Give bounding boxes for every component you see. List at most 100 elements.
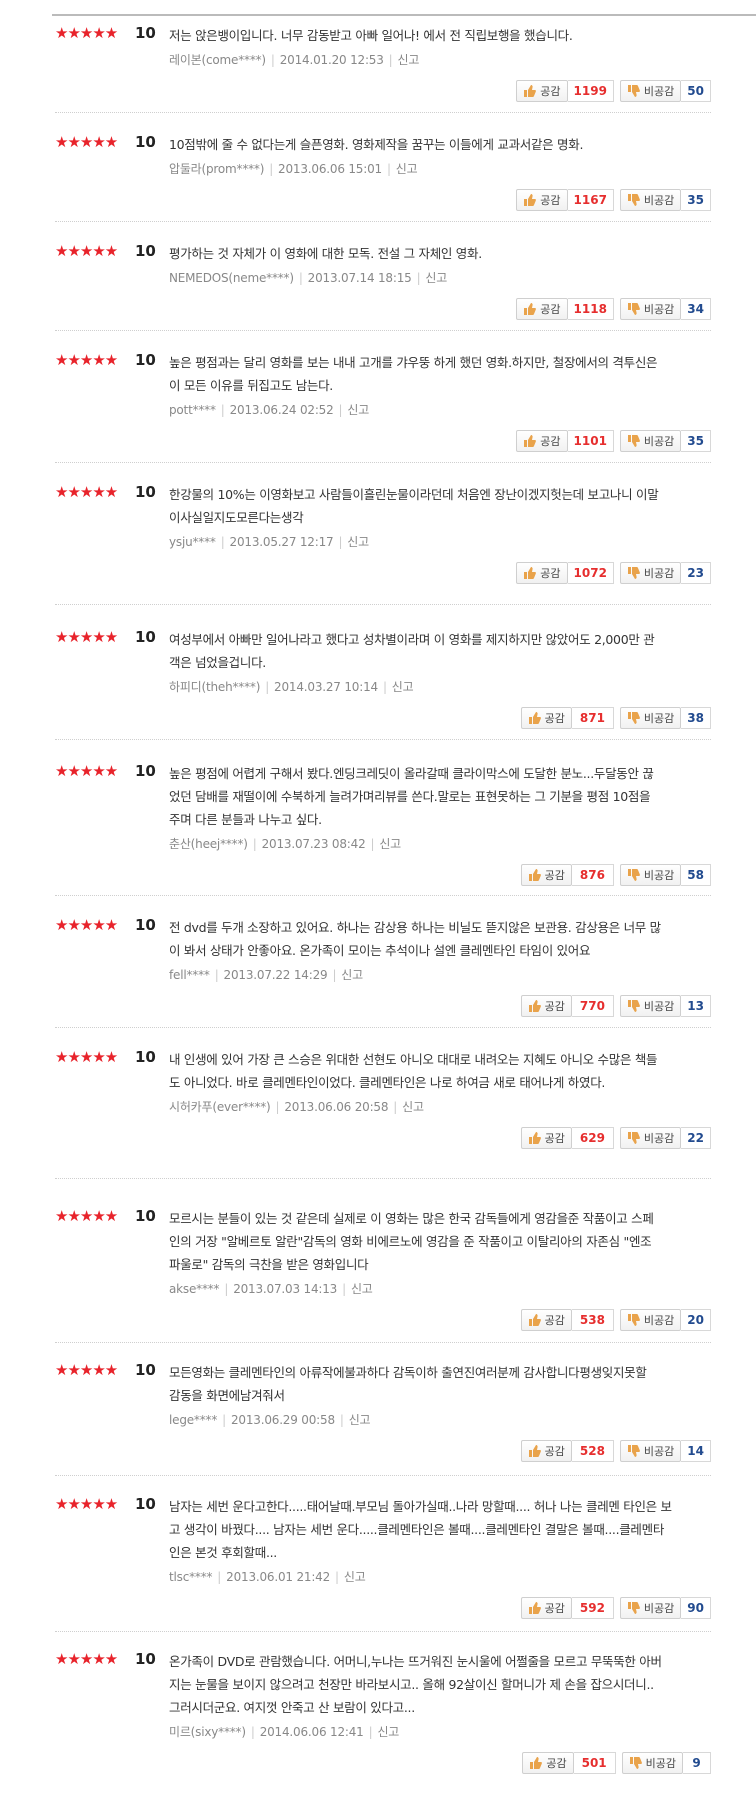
review-meta: NEMEDOS(neme****) | 2013.07.14 18:15 | 신고 bbox=[169, 271, 448, 285]
review-user: 압둘라(prom****) bbox=[169, 162, 265, 176]
review-text: 10점밖에 줄 수 없다는게 슬픈영화. 영화제작을 꿈꾸는 이들에게 교과서같… bbox=[169, 137, 584, 152]
review-user: 하피디(theh****) bbox=[169, 680, 261, 694]
thumbs-down-icon bbox=[627, 435, 640, 447]
agree-button[interactable]: 공감 bbox=[516, 80, 568, 102]
thumbs-up-icon bbox=[524, 435, 537, 447]
agree-button[interactable]: 공감 bbox=[516, 562, 568, 584]
disagree-button[interactable]: 비공감 bbox=[619, 1597, 682, 1619]
disagree-count: 20 bbox=[681, 1309, 711, 1331]
agree-button[interactable]: 공감 bbox=[516, 298, 568, 320]
agree-button[interactable]: 공감 bbox=[520, 995, 572, 1017]
disagree-button[interactable]: 비공감 bbox=[619, 298, 682, 320]
report-link[interactable]: 신고 bbox=[402, 1100, 424, 1114]
agree-button[interactable]: 공감 bbox=[520, 707, 572, 729]
report-link[interactable]: 신고 bbox=[377, 1725, 399, 1739]
review-score: 10 bbox=[135, 483, 156, 501]
review-meta: lege**** | 2013.06.29 00:58 | 신고 bbox=[169, 1413, 371, 1427]
disagree-count: 14 bbox=[681, 1440, 711, 1462]
review-score: 10 bbox=[135, 762, 156, 780]
disagree-button[interactable]: 비공감 bbox=[619, 707, 682, 729]
agree-button[interactable]: 공감 bbox=[520, 1440, 572, 1462]
agree-button[interactable]: 공감 bbox=[516, 189, 568, 211]
thumbs-up-icon bbox=[528, 869, 541, 881]
thumbs-down-icon bbox=[629, 1757, 642, 1769]
vote-group: 공감 592 비공감 90 bbox=[520, 1597, 711, 1619]
report-link[interactable]: 신고 bbox=[425, 271, 447, 285]
thumbs-down-icon bbox=[627, 1314, 640, 1326]
review-meta: ysju**** | 2013.05.27 12:17 | 신고 bbox=[169, 535, 369, 549]
disagree-button[interactable]: 비공감 bbox=[619, 80, 682, 102]
thumbs-down-icon bbox=[627, 567, 640, 579]
thumbs-down-icon bbox=[627, 194, 640, 206]
report-link[interactable]: 신고 bbox=[347, 535, 369, 549]
vote-group: 공감 876 비공감 58 bbox=[520, 864, 711, 886]
disagree-button[interactable]: 비공감 bbox=[621, 1752, 683, 1774]
vote-group: 공감 1167 비공감 35 bbox=[516, 189, 711, 211]
star-rating-icon: ★★★★★ bbox=[55, 1495, 118, 1513]
star-rating-icon: ★★★★★ bbox=[55, 24, 118, 42]
review-score: 10 bbox=[135, 24, 156, 42]
agree-button[interactable]: 공감 bbox=[520, 1309, 572, 1331]
agree-button[interactable]: 공감 bbox=[520, 1597, 572, 1619]
review-user: lege**** bbox=[169, 1413, 218, 1427]
thumbs-down-icon bbox=[627, 1000, 640, 1012]
report-link[interactable]: 신고 bbox=[349, 1413, 371, 1427]
divider bbox=[55, 739, 711, 740]
report-link[interactable]: 신고 bbox=[351, 1282, 373, 1296]
review-text: 전 dvd를 두개 소장하고 있어요. 하나는 감상용 하나는 비닐도 뜯지않은… bbox=[169, 920, 661, 958]
disagree-count: 9 bbox=[683, 1752, 711, 1774]
report-link[interactable]: 신고 bbox=[347, 403, 369, 417]
review-user: fell**** bbox=[169, 968, 210, 982]
report-link[interactable]: 신고 bbox=[379, 837, 401, 851]
divider bbox=[55, 1475, 711, 1476]
report-link[interactable]: 신고 bbox=[392, 680, 414, 694]
agree-count: 538 bbox=[571, 1309, 614, 1331]
review-date: 2013.06.29 00:58 bbox=[230, 1413, 335, 1427]
star-rating-icon: ★★★★★ bbox=[55, 133, 118, 151]
disagree-button[interactable]: 비공감 bbox=[619, 995, 682, 1017]
agree-count: 1118 bbox=[567, 298, 614, 320]
agree-button[interactable]: 공감 bbox=[516, 430, 568, 452]
agree-button[interactable]: 공감 bbox=[522, 1752, 574, 1774]
thumbs-up-icon bbox=[524, 567, 537, 579]
agree-button[interactable]: 공감 bbox=[520, 864, 572, 886]
review-date: 2013.06.06 20:58 bbox=[284, 1100, 389, 1114]
disagree-button[interactable]: 비공감 bbox=[619, 1127, 682, 1149]
star-rating-icon: ★★★★★ bbox=[55, 762, 118, 780]
report-link[interactable]: 신고 bbox=[344, 1570, 366, 1584]
review-meta: 시허카푸(ever****) | 2013.06.06 20:58 | 신고 bbox=[169, 1100, 424, 1114]
review-item: ★★★★★ 10 10점밖에 줄 수 없다는게 슬픈영화. 영화제작을 꿈꾸는 … bbox=[55, 133, 711, 211]
thumbs-down-icon bbox=[627, 1602, 640, 1614]
thumbs-down-icon bbox=[627, 869, 640, 881]
disagree-button[interactable]: 비공감 bbox=[619, 1309, 682, 1331]
review-meta: 춘산(heej****) | 2013.07.23 08:42 | 신고 bbox=[169, 837, 402, 851]
agree-button[interactable]: 공감 bbox=[520, 1127, 572, 1149]
review-date: 2014.01.20 12:53 bbox=[279, 53, 384, 67]
review-score: 10 bbox=[135, 351, 156, 369]
disagree-button[interactable]: 비공감 bbox=[619, 562, 682, 584]
star-rating-icon: ★★★★★ bbox=[55, 628, 118, 646]
vote-group: 공감 528 비공감 14 bbox=[520, 1440, 711, 1462]
review-score: 10 bbox=[135, 1495, 156, 1513]
disagree-button[interactable]: 비공감 bbox=[619, 430, 682, 452]
disagree-button[interactable]: 비공감 bbox=[619, 189, 682, 211]
star-rating-icon: ★★★★★ bbox=[55, 916, 118, 934]
disagree-count: 35 bbox=[681, 430, 711, 452]
agree-count: 1101 bbox=[567, 430, 614, 452]
star-rating-icon: ★★★★★ bbox=[55, 1650, 118, 1668]
thumbs-down-icon bbox=[627, 85, 640, 97]
review-meta: tlsc**** | 2013.06.01 21:42 | 신고 bbox=[169, 1570, 366, 1584]
agree-count: 770 bbox=[571, 995, 614, 1017]
disagree-button[interactable]: 비공감 bbox=[619, 1440, 682, 1462]
thumbs-down-icon bbox=[627, 712, 640, 724]
star-rating-icon: ★★★★★ bbox=[55, 483, 118, 501]
vote-group: 공감 871 비공감 38 bbox=[520, 707, 711, 729]
report-link[interactable]: 신고 bbox=[341, 968, 363, 982]
report-link[interactable]: 신고 bbox=[398, 53, 420, 67]
disagree-button[interactable]: 비공감 bbox=[619, 864, 682, 886]
review-item: ★★★★★ 10 높은 평점과는 달리 영화를 보는 내내 고개를 갸우뚱 하게… bbox=[55, 351, 711, 452]
review-date: 2013.06.01 21:42 bbox=[226, 1570, 331, 1584]
report-link[interactable]: 신고 bbox=[396, 162, 418, 176]
review-text: 모르시는 분들이 있는 것 같은데 실제로 이 영화는 많은 한국 감독들에게 … bbox=[169, 1211, 654, 1272]
review-score: 10 bbox=[135, 1048, 156, 1066]
